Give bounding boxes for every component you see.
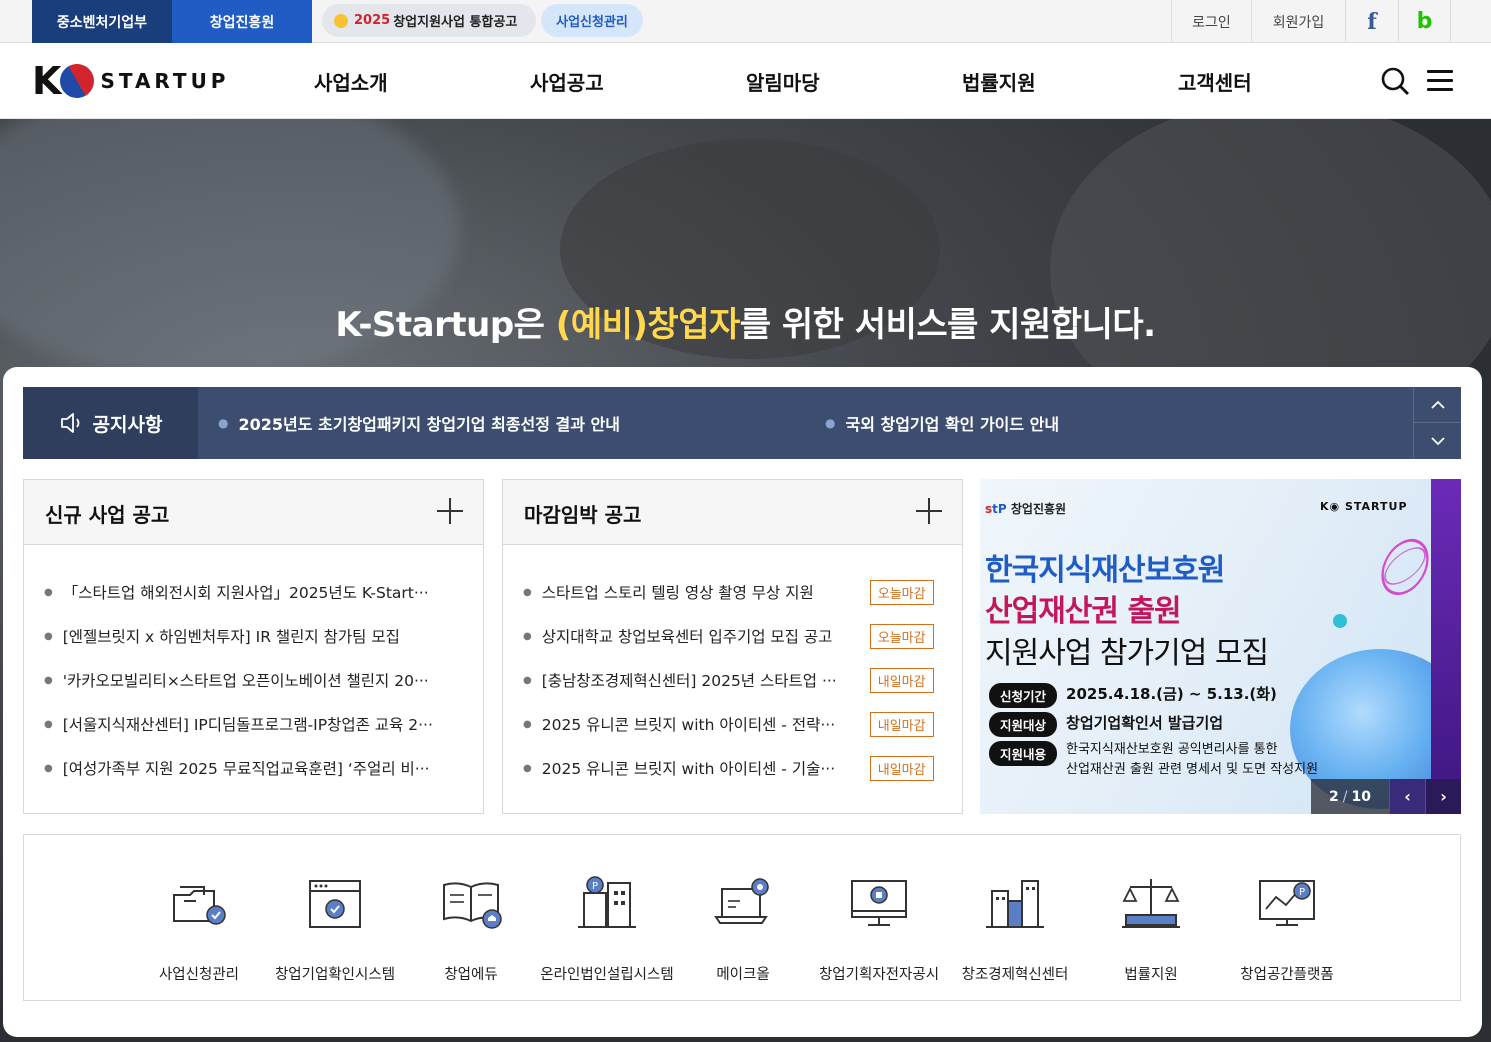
k-startup-logo[interactable]: K STARTUP [32,57,230,105]
top-utility-bar: 중소벤처기업부 창업진흥원 2025 창업지원사업 통합공고 사업신청관리 로그… [0,0,1491,43]
promo-pill[interactable]: 2025 창업지원사업 통합공고 [322,4,536,37]
plus-icon[interactable] [437,498,463,524]
nav-legal[interactable]: 법률지원 [962,44,1036,119]
laptop-gear-icon [714,878,769,924]
hero-headline: K-Startup은 (예비)창업자를 위한 서비스를 지원합니다. [335,305,1156,345]
quick-link-makeall[interactable]: 메이크올 [673,865,813,984]
banner-pager: 2/10 ‹ › [1311,779,1461,814]
banner-line3: 지원사업 참가기업 모집 [985,636,1269,671]
search-icon[interactable] [1380,66,1410,96]
blog-icon[interactable]: b [1398,0,1451,43]
deadline-announcements-card: 마감임박 공고 ● 스타트업 스토리 텔링 영상 촬영 무상 지원 오늘마감 ● 상지… [502,479,963,814]
deadline-badge: 오늘마감 [869,623,934,649]
notice-next-button[interactable] [1413,423,1461,459]
banner-row-content: 지원내용 한국지식재산보호원 공익변리사를 통한 산업재산권 출원 관련 명세서 및… [989,741,1318,780]
plus-icon[interactable] [916,498,942,524]
quick-link-confirm-system[interactable]: 창업기업확인시스템 [265,865,405,984]
nav-about[interactable]: 사업소개 [314,44,388,119]
login-link[interactable]: 로그인 [1171,0,1251,43]
notice-label: 공지사항 [23,387,198,459]
list-item[interactable]: ● [여성가족부 지원 2025 무료직업교육훈련] ‘주얼리 비··· [44,746,464,790]
taegeuk-icon [54,57,101,105]
nav-news[interactable]: 알림마당 [746,44,820,119]
quick-link-space-platform[interactable]: P 창업공간플랫폼 [1217,865,1357,984]
tab-ministry[interactable]: 중소벤처기업부 [32,0,172,43]
tab-kised[interactable]: 창업진흥원 [172,0,312,43]
main-header: K STARTUP 사업소개 사업공고 알림마당 법률지원 고객센터 [0,44,1491,119]
slide-next-button[interactable]: › [1425,779,1461,814]
deadline-badge: 내일마감 [869,755,934,781]
scales-icon [1122,879,1180,928]
chevron-up-icon [1430,400,1445,409]
promo-text: 창업지원사업 통합공고 [393,15,518,30]
list-item[interactable]: ● [충남창조경제혁신센터] 2025년 스타트업 ··· 내일마감 [523,658,943,702]
logo-k: K [32,59,61,103]
quick-link-online-incorporation[interactable]: P 온라인법인설립시스템 [537,865,677,984]
slide-prev-button[interactable]: ‹ [1389,779,1425,814]
list-item[interactable]: ● 「스타트업 해외전시회 지원사업」2025년도 K-Start··· [44,570,464,614]
quick-links: 사업신청관리 창업기업확인시스템 창업에듀 P 온라인법인설립시스템 메이크올 … [23,834,1461,1001]
map-monitor-icon: P [1259,880,1315,926]
banner-row-period: 신청기간 2025.4.18.(금) ~ 5.13.(화) [989,683,1277,708]
notice-prev-button[interactable] [1413,387,1461,423]
window-check-icon [309,880,361,928]
folder-check-icon [173,886,226,925]
deadline-badge: 내일마감 [869,711,934,737]
signup-link[interactable]: 회원가입 [1251,0,1345,43]
facebook-icon[interactable]: f [1345,0,1398,43]
notice-item[interactable]: ● 국외 창업기업 확인 가이드 안내 [825,387,1059,459]
list-item[interactable]: ● 2025 유니콘 브릿지 with 아이티센 - 전략··· 내일마감 [523,702,943,746]
banner-row-target: 지원대상 창업기업확인서 발급기업 [989,712,1223,737]
book-icon [443,882,502,929]
city-buildings-icon [986,880,1044,928]
list-item[interactable]: ● [엔젤브릿지 x 하임벤처투자] IR 챌린지 참가팀 모집 [44,614,464,658]
deadline-badge: 오늘마감 [869,579,934,605]
list-item[interactable]: ● [서울지식재산센터] IP디딤돌프로그램-IP창업존 교육 2··· [44,702,464,746]
nav-support[interactable]: 고객센터 [1178,44,1252,119]
quick-link-disclosure[interactable]: 창업기획자전자공시 [809,865,949,984]
deadline-badge: 내일마감 [869,667,934,693]
new-announcements-card: 신규 사업 공고 ● 「스타트업 해외전시회 지원사업」2025년도 K-Star… [23,479,484,814]
chevron-down-icon [1430,436,1445,445]
notice-item[interactable]: ● 2025년도 초기창업패키지 창업기업 최종선정 결과 안내 [218,387,620,459]
list-item[interactable]: ● 스타트업 스토리 텔링 영상 촬영 무상 지원 오늘마감 [523,570,943,614]
card-title: 신규 사업 공고 [45,503,170,527]
building-icon: P [578,876,636,928]
monitor-icon [851,880,907,926]
list-item[interactable]: ● '카카오모빌리티×스타트업 오픈이노베이션 챌린지 20··· [44,658,464,702]
promo-banner-slide[interactable]: stP 창업진흥원 K◉ STARTUP 한국지식재산보호원 산업재산권 출원 … [980,479,1461,814]
slide-counter: 2/10 [1311,779,1389,814]
notice-bar: 공지사항 ● 2025년도 초기창업패키지 창업기업 최종선정 결과 안내 ● 국외… [23,387,1461,459]
hamburger-menu-icon[interactable] [1427,70,1453,92]
banner-org: stP 창업진흥원 [985,502,1067,516]
quick-link-innovation-center[interactable]: 창조경제혁신센터 [945,865,1085,984]
quick-link-edu[interactable]: 창업에듀 [401,865,541,984]
banner-line1: 한국지식재산보호원 [985,553,1225,588]
banner-line2: 산업재산권 출원 [985,594,1182,629]
logo-text: STARTUP [100,69,230,93]
quick-link-legal[interactable]: 법률지원 [1081,865,1221,984]
apply-management-pill[interactable]: 사업신청관리 [541,4,643,37]
svg-text:P: P [592,881,598,892]
nav-announcements[interactable]: 사업공고 [530,44,604,119]
speaker-icon [60,413,79,433]
banner-logo: K◉ STARTUP [1320,500,1408,513]
card-title: 마감임박 공고 [524,503,642,527]
svg-text:P: P [1299,887,1305,898]
lightbulb-icon [334,13,348,28]
list-item[interactable]: ● 2025 유니콘 브릿지 with 아이티센 - 기술··· 내일마감 [523,746,943,790]
list-item[interactable]: ● 상지대학교 창업보육센터 입주기업 모집 공고 오늘마감 [523,614,943,658]
promo-year: 2025 [354,13,391,28]
quick-link-apply[interactable]: 사업신청관리 [129,865,269,984]
